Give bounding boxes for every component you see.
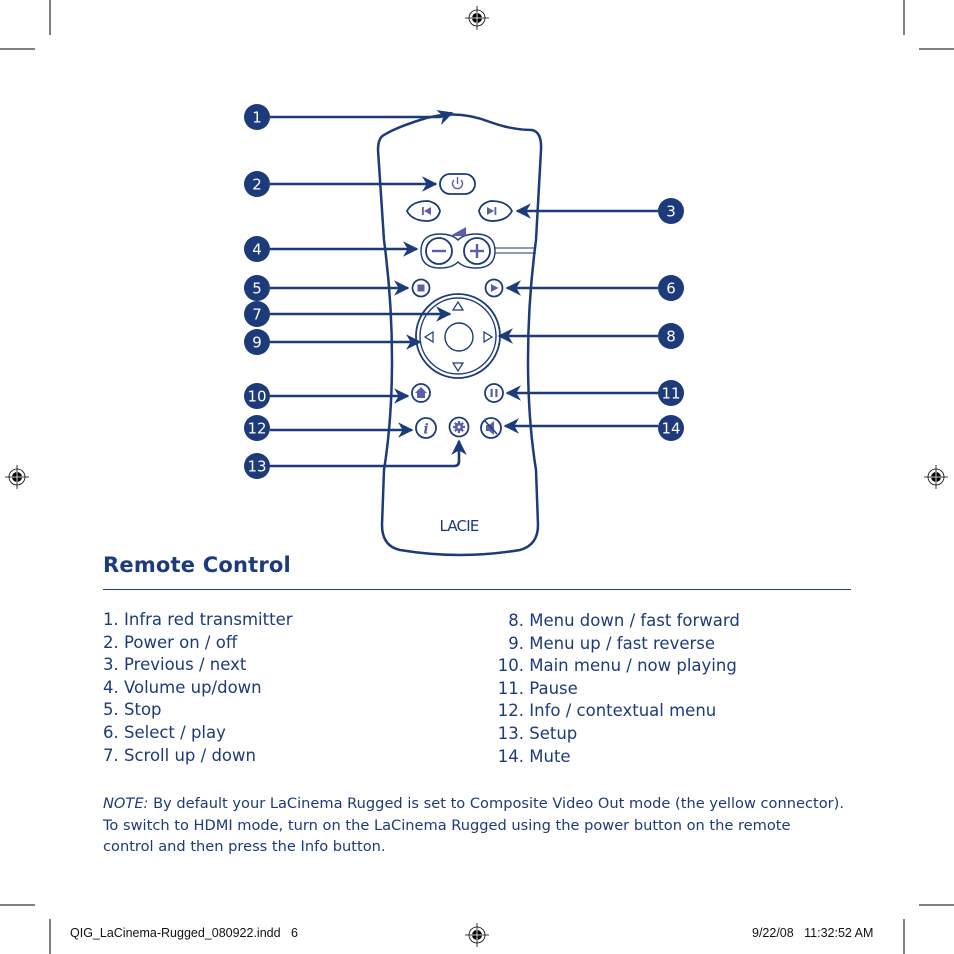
- section-title: Remote Control: [103, 553, 291, 577]
- leader-13: [270, 439, 467, 468]
- stop-icon: [417, 284, 425, 292]
- legend-list-right: 8. Menu down / fast forward 9. Menu up /…: [490, 610, 740, 768]
- svg-text:14: 14: [661, 420, 680, 438]
- registration-mark-top: [465, 6, 489, 30]
- registration-mark-bottom: [465, 923, 489, 947]
- callout-8: 8: [658, 323, 684, 349]
- callout-1: 1: [244, 104, 270, 130]
- title-divider: [103, 589, 851, 590]
- stop-button[interactable]: [411, 278, 431, 298]
- mute-button[interactable]: [480, 417, 502, 439]
- svg-text:3: 3: [666, 203, 676, 221]
- gear-icon: [453, 421, 465, 433]
- legend-item: 2. Power on / off: [103, 632, 238, 652]
- home-button[interactable]: [411, 383, 431, 403]
- callout-2: 2: [244, 171, 270, 197]
- volume-level-icon: [450, 227, 466, 236]
- legend-item: 12. Info / contextual menu: [497, 701, 717, 721]
- power-button[interactable]: [439, 173, 476, 195]
- navigation-pad[interactable]: [415, 293, 501, 379]
- previous-button[interactable]: [405, 200, 441, 222]
- volume-up-button[interactable]: [463, 237, 491, 265]
- svg-text:7: 7: [252, 306, 262, 324]
- callout-4: 4: [244, 236, 270, 262]
- note-paragraph: NOTE: By default your LaCinema Rugged is…: [103, 795, 844, 855]
- legend-item: 7. Scroll up / down: [103, 745, 256, 765]
- legend-item: 1. Infra red transmitter: [103, 610, 293, 629]
- pause-button[interactable]: [484, 383, 504, 403]
- svg-text:1: 1: [252, 109, 262, 127]
- legend-list-left: 1. Infra red transmitter 2. Power on / o…: [103, 609, 293, 767]
- registration-mark-right: [924, 465, 948, 489]
- svg-text:5: 5: [252, 280, 262, 298]
- legend-item: 11. Pause: [497, 678, 578, 698]
- next-button[interactable]: [478, 200, 514, 222]
- svg-text:9: 9: [252, 334, 262, 352]
- callout-10: 10: [244, 383, 270, 409]
- legend-item: 13. Setup: [497, 723, 578, 743]
- svg-text:8: 8: [666, 328, 676, 346]
- callout-7: 7: [244, 301, 270, 327]
- legend-item: 4. Volume up/down: [103, 677, 262, 697]
- callout-13: 13: [244, 453, 270, 479]
- center-select-button[interactable]: [444, 322, 474, 352]
- leader-1: [270, 110, 454, 125]
- svg-text:4: 4: [252, 241, 262, 259]
- svg-text:2: 2: [252, 176, 262, 194]
- svg-text:12: 12: [247, 420, 266, 438]
- volume-down-button[interactable]: [425, 237, 453, 265]
- callout-5: 5: [244, 275, 270, 301]
- volume-rocker[interactable]: [420, 227, 536, 269]
- registration-mark-left: [5, 465, 29, 489]
- legend-item: 14. Mute: [497, 746, 571, 766]
- svg-text:13: 13: [247, 458, 266, 476]
- lacie-logo: LACIE: [439, 517, 478, 535]
- setup-button[interactable]: [448, 416, 470, 438]
- callout-9: 9: [244, 329, 270, 355]
- legend-item: 8. Menu down / fast forward: [508, 611, 740, 630]
- svg-text:10: 10: [247, 388, 266, 406]
- legend-item: 3. Previous / next: [103, 655, 247, 675]
- legend-item: 9. Menu up / fast reverse: [508, 633, 716, 653]
- callout-14: 14: [658, 415, 684, 441]
- legend-item: 10. Main menu / now playing: [497, 656, 737, 676]
- info-button[interactable]: i: [415, 417, 437, 439]
- callout-3: 3: [658, 198, 684, 224]
- print-slug-timestamp: 9/22/08 11:32:52 AM: [752, 926, 874, 940]
- svg-text:6: 6: [666, 280, 676, 298]
- info-icon: i: [423, 422, 428, 438]
- callout-12: 12: [244, 415, 270, 441]
- play-button[interactable]: [484, 278, 504, 298]
- legend-item: 5. Stop: [103, 700, 162, 720]
- legend-item: 6. Select / play: [103, 722, 226, 742]
- note-label: NOTE:: [103, 795, 149, 812]
- callout-11: 11: [658, 380, 684, 406]
- svg-text:11: 11: [661, 385, 680, 403]
- print-slug-filename: QIG_LaCinema-Rugged_080922.indd 6: [70, 926, 298, 940]
- callout-6: 6: [658, 275, 684, 301]
